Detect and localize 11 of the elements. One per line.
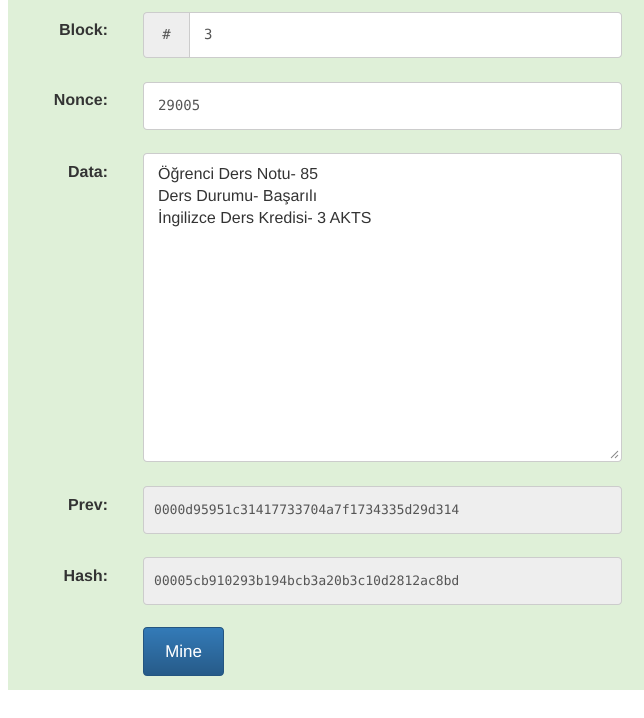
field-label: Hash:: [62, 567, 108, 586]
nonce-input[interactable]: 29005: [143, 82, 622, 130]
field-label: Data:: [66, 163, 108, 182]
field-label: Prev:: [66, 496, 108, 515]
field-label: Nonce:: [52, 91, 108, 110]
block-input[interactable]: 3: [189, 12, 622, 58]
resize-grip-icon[interactable]: [610, 450, 619, 459]
mine-button[interactable]: Mine: [143, 627, 224, 676]
field-label: Block:: [58, 21, 108, 40]
data-textarea[interactable]: Öğrenci Ders Notu- 85 Ders Durumu- Başarılı İngilizce Ders Kredisi- 3 AKTS: [143, 153, 622, 462]
hash-addon: #: [143, 12, 189, 58]
